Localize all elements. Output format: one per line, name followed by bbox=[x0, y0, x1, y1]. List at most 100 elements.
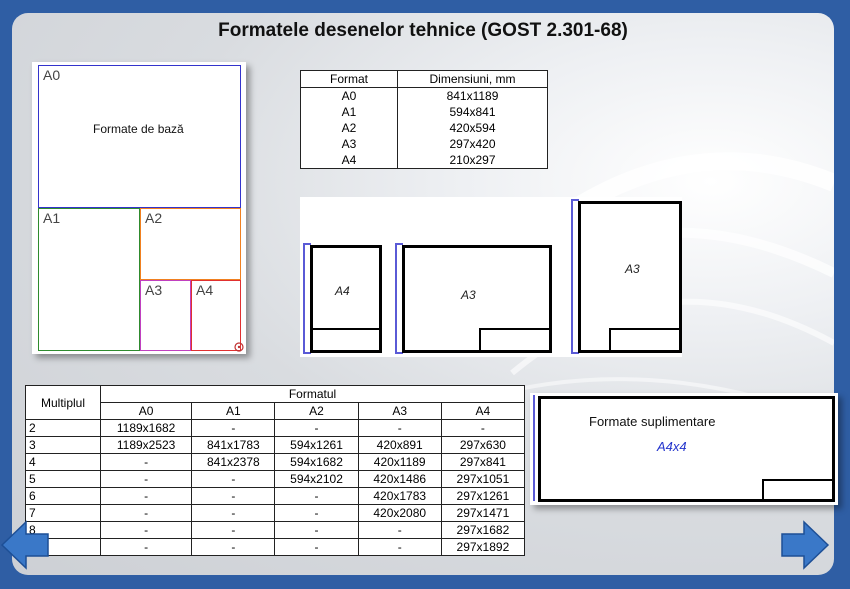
dimension-cell: 297x1682 bbox=[440, 521, 526, 539]
dimension-cell: 841x2378 bbox=[191, 453, 276, 471]
header-a0: A0 bbox=[99, 402, 193, 420]
cell: 594x841 bbox=[397, 104, 548, 120]
zone-a0: A0 Formate de bază bbox=[38, 65, 241, 208]
cell: A2 bbox=[300, 120, 398, 136]
sheet-drawings: A4 A3 A3 bbox=[300, 197, 682, 357]
multiplier-cell: 7 bbox=[25, 504, 101, 522]
multiplier-cell: 6 bbox=[25, 487, 101, 505]
sheet-a4-label: A4 bbox=[335, 284, 350, 298]
margin-line bbox=[395, 243, 397, 353]
title-block bbox=[762, 479, 832, 499]
table-row: 7- - -420x2080 297x1471 bbox=[25, 504, 526, 522]
supplementary-caption: Formate suplimentare bbox=[589, 414, 716, 429]
table-header-row: Format Dimensiuni, mm bbox=[300, 70, 548, 88]
dimension-cell: - bbox=[191, 504, 276, 522]
dimension-cell: 594x1261 bbox=[274, 436, 359, 454]
zone-a2-label: A2 bbox=[145, 210, 163, 226]
margin-line bbox=[303, 243, 305, 353]
header-multiplier: Multiplul bbox=[25, 385, 101, 420]
dimension-cell: - bbox=[357, 538, 442, 556]
dimension-cell: - bbox=[274, 419, 359, 437]
zone-a1: A1 bbox=[38, 208, 140, 351]
cell: A0 bbox=[300, 87, 398, 104]
dimension-cell: 297x1051 bbox=[440, 470, 526, 488]
zone-a3-label: A3 bbox=[145, 282, 163, 298]
dimension-cell: 420x1486 bbox=[357, 470, 442, 488]
corner-circle-icon bbox=[234, 342, 244, 352]
dimension-cell: - bbox=[191, 521, 276, 539]
dimension-cell: 420x891 bbox=[357, 436, 442, 454]
dimension-cell: 594x2102 bbox=[274, 470, 359, 488]
dimension-cell: - bbox=[274, 504, 359, 522]
dimension-cell: - bbox=[99, 504, 193, 522]
table-row: A0 841x1189 bbox=[300, 87, 548, 104]
cell: A3 bbox=[300, 136, 398, 152]
dimension-cell: 420x2080 bbox=[357, 504, 442, 522]
zone-a3: A3 bbox=[140, 280, 191, 351]
dimension-cell: 297x1892 bbox=[440, 538, 526, 556]
cell: A4 bbox=[300, 152, 398, 169]
sheet-a3-landscape: A3 bbox=[402, 245, 552, 353]
margin-line bbox=[571, 199, 573, 353]
paper-formats-diagram: A0 Formate de bază A1 A2 A3 A4 bbox=[32, 62, 246, 354]
zone-a1-label: A1 bbox=[43, 210, 61, 226]
dimension-cell: - bbox=[274, 521, 359, 539]
table-row: 2 1189x1682- - - - bbox=[25, 419, 526, 437]
title-block bbox=[313, 328, 379, 350]
sheet-a3-portrait: A3 bbox=[578, 201, 682, 353]
formats-table: Format Dimensiuni, mm A0 841x1189 A1 594x8… bbox=[300, 70, 548, 169]
cell: 210x297 bbox=[397, 152, 548, 169]
dimension-cell: 297x1261 bbox=[440, 487, 526, 505]
zone-a4-label: A4 bbox=[196, 282, 214, 298]
title-block bbox=[479, 328, 549, 350]
header-format: Format bbox=[300, 70, 398, 88]
dimension-cell: - bbox=[274, 538, 359, 556]
dimension-cell: - bbox=[191, 487, 276, 505]
dimension-cell: - bbox=[99, 453, 193, 471]
table-row: A4 210x297 bbox=[300, 152, 548, 169]
dimension-cell: - bbox=[357, 419, 442, 437]
cell: 297x420 bbox=[397, 136, 548, 152]
sheet-a3-portrait-label: A3 bbox=[625, 262, 640, 276]
dimension-cell: 420x1783 bbox=[357, 487, 442, 505]
arrow-left-icon[interactable] bbox=[0, 520, 52, 570]
dimension-cell: - bbox=[191, 538, 276, 556]
header-dimensions: Dimensiuni, mm bbox=[397, 70, 548, 88]
dimension-cell: - bbox=[99, 470, 193, 488]
header-a1: A1 bbox=[191, 402, 276, 420]
header-format: Formatul bbox=[100, 385, 525, 403]
table-row: 9----297x1892 bbox=[25, 538, 526, 556]
multiplier-cell: 5 bbox=[25, 470, 101, 488]
multiples-table: Multiplul Formatul A0 A1 A2 A3 A4 2 1189x… bbox=[25, 385, 526, 556]
dimension-cell: 1189x1682 bbox=[99, 419, 193, 437]
cell: 841x1189 bbox=[397, 87, 548, 104]
dimension-cell: - bbox=[274, 487, 359, 505]
zone-a4: A4 bbox=[191, 280, 241, 351]
header-a3: A3 bbox=[357, 402, 442, 420]
multiplier-cell: 4 bbox=[25, 453, 101, 471]
cell: 420x594 bbox=[397, 120, 548, 136]
multiplier-cell: 3 bbox=[25, 436, 101, 454]
dimension-cell: - bbox=[99, 521, 193, 539]
table-row: 5- -594x2102 420x1486 297x1051 bbox=[25, 470, 526, 488]
table-header-row: Multiplul Formatul bbox=[25, 385, 525, 420]
dimension-cell: 297x630 bbox=[440, 436, 526, 454]
arrow-right-icon[interactable] bbox=[778, 520, 830, 570]
dimension-cell: - bbox=[191, 470, 276, 488]
dimension-cell: 297x841 bbox=[440, 453, 526, 471]
dimension-cell: 594x1682 bbox=[274, 453, 359, 471]
dimension-cell: - bbox=[99, 538, 193, 556]
dimension-cell: 1189x2523 bbox=[99, 436, 193, 454]
zone-a2: A2 bbox=[140, 208, 241, 280]
supplementary-example: A4x4 bbox=[657, 439, 687, 454]
table-row: A1 594x841 bbox=[300, 104, 548, 120]
sheet-a4-portrait: A4 bbox=[310, 245, 382, 353]
table-header-row: A0 A1 A2 A3 A4 bbox=[26, 402, 526, 420]
cell: A1 bbox=[300, 104, 398, 120]
table-row: 3 1189x2523 841x1783 594x1261 420x891 297x630 bbox=[25, 436, 526, 454]
dimension-cell: - bbox=[99, 487, 193, 505]
title-block bbox=[609, 328, 679, 350]
dimension-cell: 297x1471 bbox=[440, 504, 526, 522]
header-a4: A4 bbox=[440, 402, 526, 420]
supplementary-sheet: Formate suplimentare A4x4 bbox=[538, 396, 835, 502]
